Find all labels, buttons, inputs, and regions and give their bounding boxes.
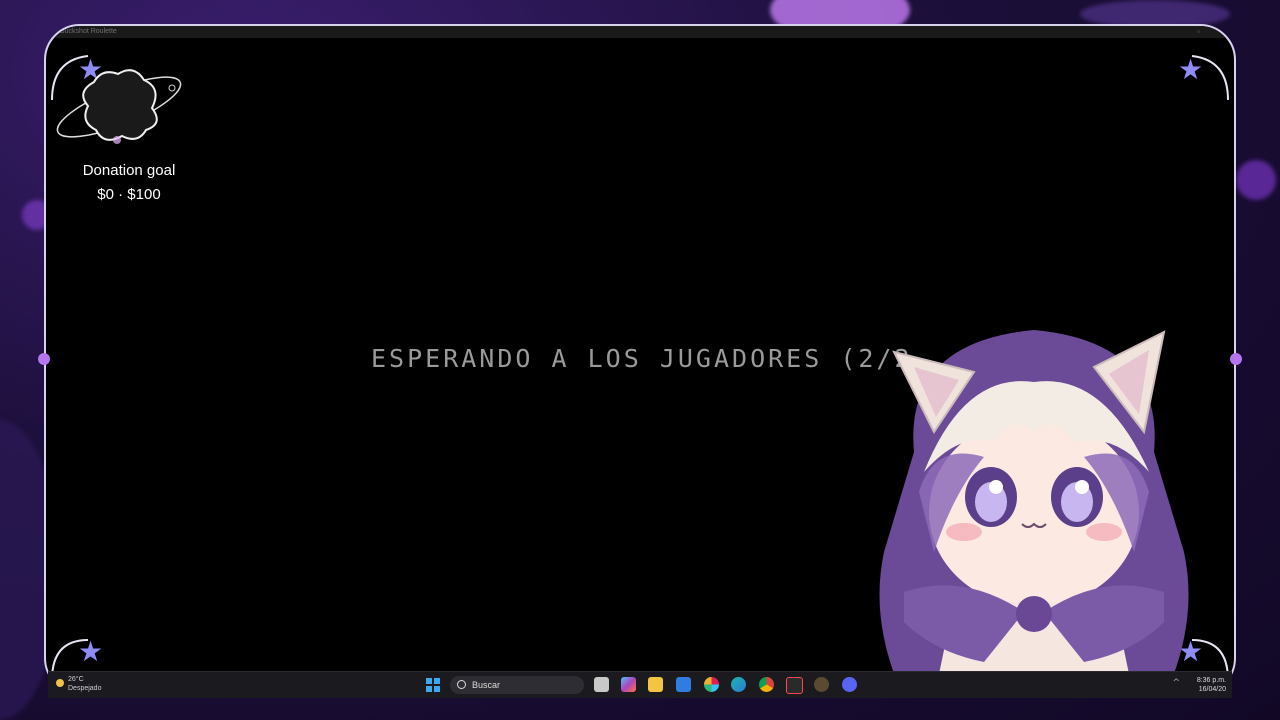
valorant-icon[interactable] <box>786 677 803 694</box>
taskbar-search[interactable]: Buscar <box>450 676 584 694</box>
taskbar-clock[interactable]: 8:36 p.m. 16/04/20 <box>1197 676 1226 694</box>
store-icon[interactable] <box>676 677 691 692</box>
moon-icon <box>56 679 64 687</box>
folder-icon[interactable] <box>648 677 663 692</box>
star-icon: ★ <box>78 635 104 668</box>
search-icon <box>457 680 466 689</box>
edge-icon[interactable] <box>731 677 746 692</box>
game-launcher-icon[interactable] <box>814 677 829 692</box>
windows-taskbar: 26°C Despejado Buscar ^ 8:36 p.m. 16/04/… <box>48 671 1232 698</box>
slack-icon[interactable] <box>704 677 719 692</box>
weather-widget[interactable]: 26°C Despejado <box>56 675 102 693</box>
vtuber-avatar <box>879 330 1189 698</box>
windows-start-icon[interactable] <box>426 678 440 692</box>
search-placeholder: Buscar <box>472 680 501 690</box>
planet-icon <box>56 69 182 144</box>
file-explorer-icon[interactable] <box>594 677 609 692</box>
discord-icon[interactable] <box>842 677 857 692</box>
donation-goal-amount: $0 · $100 <box>97 186 161 203</box>
copilot-icon[interactable] <box>621 677 636 692</box>
chevron-up-icon[interactable]: ^ <box>1172 678 1180 688</box>
weather-desc: Despejado <box>68 685 102 692</box>
donation-goal-title: Donation goal <box>82 162 176 179</box>
resize-handle[interactable] <box>1230 353 1242 365</box>
clock-date: 16/04/20 <box>1198 686 1226 693</box>
resize-handle[interactable] <box>38 353 50 365</box>
weather-temp: 26°C <box>68 676 84 683</box>
star-icon: ★ <box>1178 53 1204 86</box>
clock-time: 8:36 p.m. <box>1196 677 1226 684</box>
chrome-icon[interactable] <box>759 677 774 692</box>
